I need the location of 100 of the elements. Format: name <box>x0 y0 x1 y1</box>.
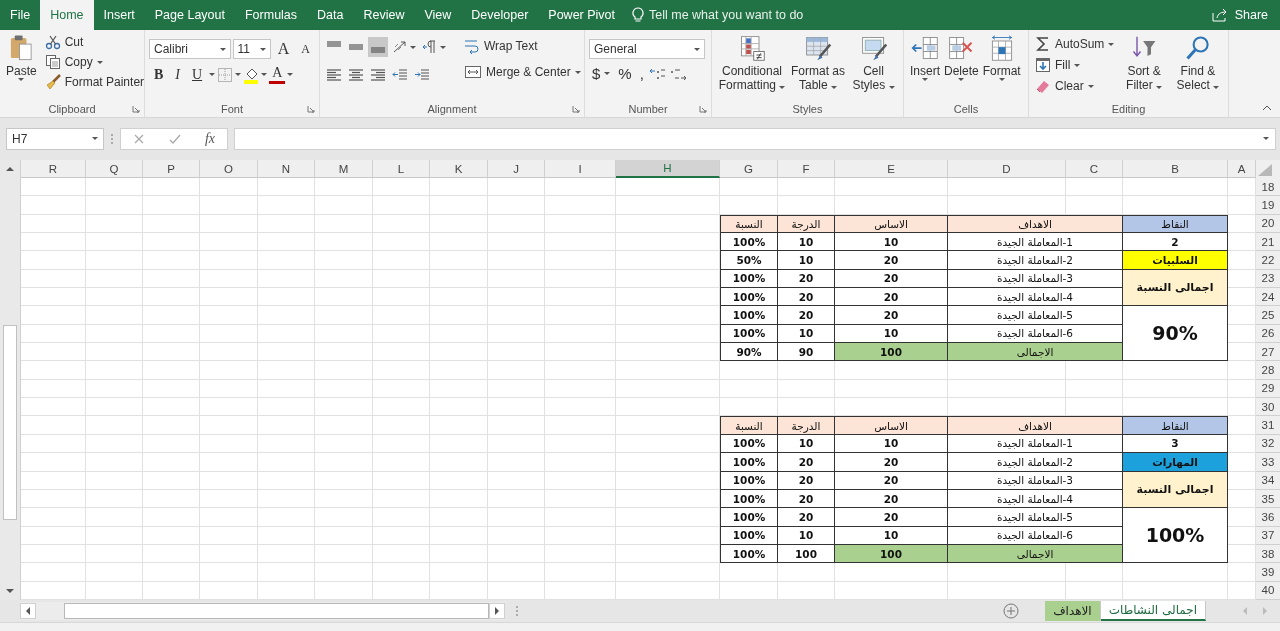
ribbon-tab[interactable]: Formulas <box>234 0 308 30</box>
column-header[interactable]: R <box>21 160 86 178</box>
column-header[interactable]: O <box>200 160 258 178</box>
ribbon-tab[interactable]: View <box>414 0 462 30</box>
cut-button[interactable]: Cut <box>42 33 147 51</box>
comma-button[interactable]: , <box>636 65 647 82</box>
column-header[interactable]: A <box>1228 160 1256 178</box>
cell-styles-button[interactable]: Cell Styles <box>848 33 899 101</box>
row-header[interactable]: 18 <box>1256 178 1280 197</box>
row-header[interactable]: 28 <box>1256 361 1280 380</box>
row-header[interactable]: 33 <box>1256 453 1280 472</box>
caret-icon <box>261 73 268 76</box>
bold-button[interactable]: B <box>149 65 169 84</box>
column-header[interactable]: L <box>373 160 430 178</box>
column-header[interactable]: G <box>720 160 778 178</box>
italic-button[interactable]: I <box>170 65 185 84</box>
column-header[interactable]: P <box>143 160 200 178</box>
row-header[interactable]: 25 <box>1256 306 1280 325</box>
column-header[interactable]: J <box>488 160 545 178</box>
table-cell: 1-المعاملة الجيدة <box>948 233 1123 252</box>
launcher-icon[interactable] <box>572 105 580 113</box>
row-header[interactable]: 27 <box>1256 343 1280 362</box>
shrink-font-button[interactable]: A <box>296 40 315 58</box>
ribbon-tab[interactable]: Data <box>307 0 354 30</box>
column-header[interactable]: B <box>1123 160 1228 178</box>
share-button[interactable]: Share <box>1234 8 1268 22</box>
column-header[interactable]: E <box>835 160 948 178</box>
number-format-field[interactable]: General <box>589 39 705 59</box>
close-icon[interactable] <box>132 132 145 145</box>
font-size-field[interactable]: 11 <box>232 39 271 59</box>
copy-button[interactable]: Copy <box>42 53 147 71</box>
ribbon-tab[interactable]: File <box>0 0 41 30</box>
conditional-formatting-button[interactable]: Conditional Formatting <box>716 33 788 101</box>
formula-field[interactable] <box>234 127 1276 150</box>
launcher-icon[interactable] <box>699 105 707 113</box>
scroll-left-icon[interactable] <box>24 606 32 616</box>
column-header[interactable]: F <box>778 160 835 178</box>
column-header[interactable]: I <box>545 160 616 178</box>
column-header[interactable]: K <box>430 160 488 178</box>
underline-button[interactable]: U <box>187 65 208 84</box>
column-header[interactable]: H <box>616 160 720 178</box>
autosum-button[interactable]: AutoSum <box>1033 35 1117 53</box>
table-cell: 90% <box>720 343 778 362</box>
ribbon-tab[interactable]: Power Pivot <box>538 0 626 30</box>
caret-icon <box>209 73 216 76</box>
ribbon-tab[interactable]: Insert <box>93 0 145 30</box>
font-name-field[interactable]: Calibri <box>149 39 231 59</box>
add-sheet-icon[interactable] <box>1003 603 1020 619</box>
ribbon-tab[interactable]: Developer <box>461 0 539 30</box>
row-header[interactable]: 24 <box>1256 288 1280 307</box>
caret-icon <box>440 45 446 49</box>
scrollbar-thumb[interactable] <box>3 325 17 520</box>
collapse-ribbon-icon[interactable] <box>1262 105 1272 111</box>
find-select-button[interactable]: Find & Select <box>1171 33 1224 101</box>
row-header[interactable]: 22 <box>1256 251 1280 270</box>
caret-icon <box>1074 63 1081 67</box>
ribbon-tab[interactable]: Page Layout <box>144 0 235 30</box>
lightbulb-icon[interactable] <box>631 7 646 23</box>
wrap-text-button[interactable]: Wrap Text <box>462 37 583 55</box>
merge-center-button[interactable]: Merge & Center <box>462 63 583 81</box>
format-as-table-button[interactable]: Format as Table <box>788 33 848 101</box>
launcher-icon[interactable] <box>132 105 140 113</box>
column-header[interactable]: D <box>948 160 1066 178</box>
insert-function-button[interactable]: fx <box>204 130 215 147</box>
fill-button[interactable]: Fill <box>1033 56 1117 74</box>
ribbon-tab[interactable]: Home <box>40 0 94 30</box>
percent-button[interactable]: % <box>615 65 635 82</box>
share-icon[interactable] <box>1210 7 1229 23</box>
ribbon-tab[interactable]: Review <box>353 0 415 30</box>
column-header[interactable]: N <box>258 160 315 178</box>
row-header[interactable]: 19 <box>1256 196 1280 215</box>
sheet-tab[interactable]: اجمالى النشاطات <box>1100 601 1206 621</box>
sort-filter-button[interactable]: Sort & Filter <box>1120 33 1168 101</box>
launcher-icon[interactable] <box>307 105 315 113</box>
row-header[interactable]: 36 <box>1256 508 1280 527</box>
grow-font-button[interactable]: A <box>272 39 295 59</box>
format-painter-button[interactable]: Format Painter <box>42 73 147 91</box>
format-button[interactable]: Format <box>980 33 1023 101</box>
check-icon[interactable] <box>168 132 181 145</box>
row-header[interactable]: 31 <box>1256 416 1280 435</box>
delete-button[interactable]: Delete <box>942 33 981 101</box>
name-box[interactable]: H7 <box>6 127 104 150</box>
scrollbar-thumb[interactable] <box>64 603 489 619</box>
paste-button[interactable]: Paste <box>4 33 39 101</box>
insert-button[interactable]: Insert <box>908 33 942 101</box>
column-header[interactable]: C <box>1066 160 1123 178</box>
search-field[interactable]: Tell me what you want to do <box>649 8 804 22</box>
row-header[interactable]: 21 <box>1256 233 1280 252</box>
horizontal-scrollbar[interactable] <box>20 602 505 620</box>
column-header[interactable]: M <box>315 160 373 178</box>
row-header[interactable]: 39 <box>1256 563 1280 582</box>
column-header[interactable]: Q <box>86 160 143 178</box>
scroll-left-button[interactable] <box>20 603 36 619</box>
row-header[interactable]: 30 <box>1256 398 1280 417</box>
sheet-tab[interactable]: الاهداف <box>1045 601 1101 621</box>
scroll-right-icon[interactable] <box>493 606 501 616</box>
font-color-button[interactable]: A <box>269 65 286 84</box>
clear-button[interactable]: Clear <box>1033 77 1117 95</box>
scroll-right-button[interactable] <box>489 603 505 619</box>
currency-button[interactable]: $ <box>589 65 614 82</box>
